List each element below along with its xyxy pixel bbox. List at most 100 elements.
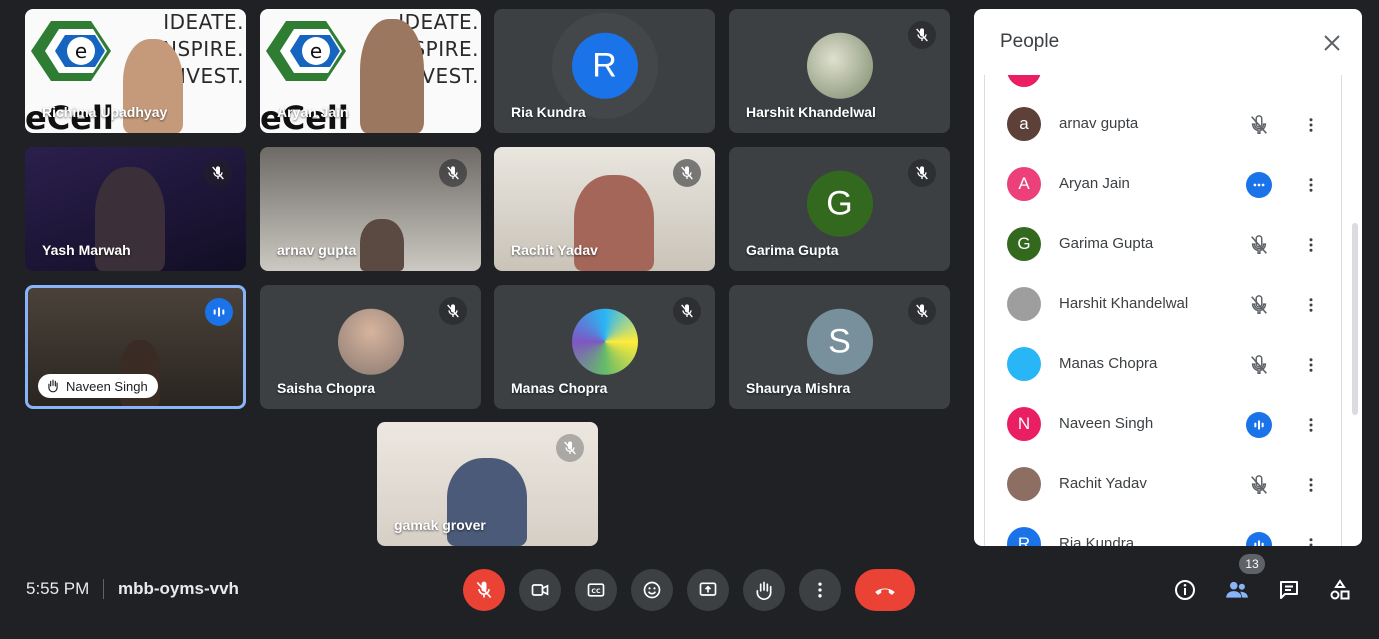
avatar — [571, 308, 638, 375]
participant-tile-ria[interactable]: R Ria Kundra — [494, 9, 715, 133]
mic-status[interactable] — [1245, 171, 1273, 199]
reactions-button[interactable] — [631, 569, 673, 611]
mic-off-icon — [908, 159, 936, 187]
captions-icon: CC — [587, 583, 605, 597]
participant-tile-yash[interactable]: Yash Marwah — [25, 147, 246, 271]
avatar: R — [1007, 527, 1041, 546]
panel-title: People — [1000, 31, 1060, 52]
person-more-button[interactable] — [1299, 471, 1323, 499]
activities-button[interactable] — [1322, 572, 1358, 608]
end-call-icon — [875, 588, 895, 595]
speaking-indicator-icon — [1246, 532, 1272, 546]
more-vert-icon — [1309, 478, 1313, 492]
participant-name: Manas Chopra — [511, 380, 608, 396]
speaking-indicator-icon — [1246, 172, 1272, 198]
participant-name: Shaurya Mishra — [746, 380, 851, 396]
participant-tile-aryan[interactable]: e IDEATE. INSPIRE. INVEST. eCell IIT Aryan… — [260, 9, 481, 133]
raised-hand-label: Naveen Singh — [38, 374, 158, 398]
participant-name: Garima Gupta — [746, 242, 839, 258]
activities-icon — [1330, 579, 1350, 600]
speaking-indicator-icon — [205, 298, 233, 326]
participant-name: Yash Marwah — [42, 242, 131, 258]
mic-off-icon — [556, 434, 584, 462]
mic-status[interactable] — [1245, 231, 1273, 259]
participant-tile-garima[interactable]: G Garima Gupta — [729, 147, 950, 271]
participant-name: Rachit Yadav — [511, 242, 598, 258]
person-name: Garima Gupta — [1059, 235, 1154, 252]
leave-call-button[interactable] — [855, 569, 915, 611]
people-list-item[interactable]: A Aryan Jain — [985, 155, 1341, 215]
meeting-time: 5:55 PM — [26, 579, 90, 598]
close-icon — [1324, 35, 1340, 51]
people-list-scrollbar[interactable] — [1352, 223, 1358, 415]
participant-video — [360, 19, 424, 133]
emoji-icon — [643, 581, 661, 599]
participant-tile-harshit[interactable]: Harshit Khandelwal — [729, 9, 950, 133]
people-list-item[interactable]: a arnav gupta — [985, 95, 1341, 155]
person-name: Rachit Yadav — [1059, 475, 1147, 492]
participant-name: gamak grover — [394, 517, 486, 533]
person-more-button[interactable] — [1299, 411, 1323, 439]
people-list-item[interactable]: Manas Chopra — [985, 335, 1341, 395]
people-list-item[interactable]: N Naveen Singh — [985, 395, 1341, 455]
participant-tile-rachit[interactable]: Rachit Yadav — [494, 147, 715, 271]
mic-off-icon — [476, 581, 492, 599]
participant-tile-saisha[interactable]: Saisha Chopra — [260, 285, 481, 409]
participant-name: Ria Kundra — [511, 104, 586, 120]
divider — [103, 579, 104, 599]
avatar — [1007, 467, 1041, 501]
participant-tile-richima[interactable]: e IDEATE. INSPIRE. INVEST. eCell IIT Richi… — [25, 9, 246, 133]
people-list-item[interactable]: G Garima Gupta — [985, 215, 1341, 275]
people-list-item[interactable]: Rachit Yadav — [985, 455, 1341, 515]
mic-off-icon — [908, 21, 936, 49]
captions-button[interactable]: CC — [575, 569, 617, 611]
mic-off-icon — [204, 159, 232, 187]
people-list-item[interactable]: R Ria Kundra — [985, 515, 1341, 546]
mic-toggle-button[interactable] — [463, 569, 505, 611]
present-icon — [699, 582, 717, 596]
participant-tile-arnav[interactable]: arnav gupta — [260, 147, 481, 271]
avatar: A — [1007, 167, 1041, 201]
people-button[interactable] — [1219, 572, 1255, 608]
meeting-details-button[interactable] — [1167, 572, 1203, 608]
svg-text:CC: CC — [591, 588, 601, 595]
more-vert-icon — [818, 582, 822, 598]
participant-name: arnav gupta — [277, 242, 357, 258]
participant-tile-naveen[interactable]: Naveen Singh — [25, 285, 246, 409]
person-more-button[interactable] — [1299, 291, 1323, 319]
svg-text:e: e — [310, 39, 322, 63]
mic-status[interactable] — [1245, 531, 1273, 546]
people-list-item[interactable]: Harshit Khandelwal — [985, 275, 1341, 335]
person-more-button[interactable] — [1299, 111, 1323, 139]
camera-toggle-button[interactable] — [519, 569, 561, 611]
participant-name: Aryan Jain — [277, 104, 349, 120]
present-screen-button[interactable] — [687, 569, 729, 611]
avatar: G — [806, 170, 873, 237]
person-name: Naveen Singh — [1059, 415, 1154, 432]
participant-video — [360, 219, 404, 271]
avatar: R — [571, 32, 638, 99]
more-options-button[interactable] — [799, 569, 841, 611]
mic-status[interactable] — [1245, 111, 1273, 139]
raise-hand-button[interactable] — [743, 569, 785, 611]
person-more-button[interactable] — [1299, 351, 1323, 379]
person-more-button[interactable] — [1299, 171, 1323, 199]
mic-off-icon — [673, 159, 701, 187]
chat-button[interactable] — [1271, 572, 1307, 608]
mic-status[interactable] — [1245, 351, 1273, 379]
participant-tile-gamak[interactable]: gamak grover — [377, 422, 598, 546]
ecell-logo-icon: e — [266, 21, 346, 81]
person-name: arnav gupta — [1059, 115, 1139, 132]
close-panel-button[interactable] — [1318, 29, 1346, 57]
mic-status[interactable] — [1245, 411, 1273, 439]
mic-status[interactable] — [1245, 471, 1273, 499]
people-list[interactable]: a arnav gupta A Aryan Jain G Garima Gupta Hars… — [984, 75, 1342, 546]
more-vert-icon — [1309, 118, 1313, 132]
participant-name: Saisha Chopra — [277, 380, 376, 396]
person-more-button[interactable] — [1299, 231, 1323, 259]
participant-tile-shaurya[interactable]: S Shaurya Mishra — [729, 285, 950, 409]
mic-status[interactable] — [1245, 291, 1273, 319]
participant-tile-manas[interactable]: Manas Chopra — [494, 285, 715, 409]
raised-hand-icon — [756, 581, 772, 600]
person-more-button[interactable] — [1299, 531, 1323, 546]
